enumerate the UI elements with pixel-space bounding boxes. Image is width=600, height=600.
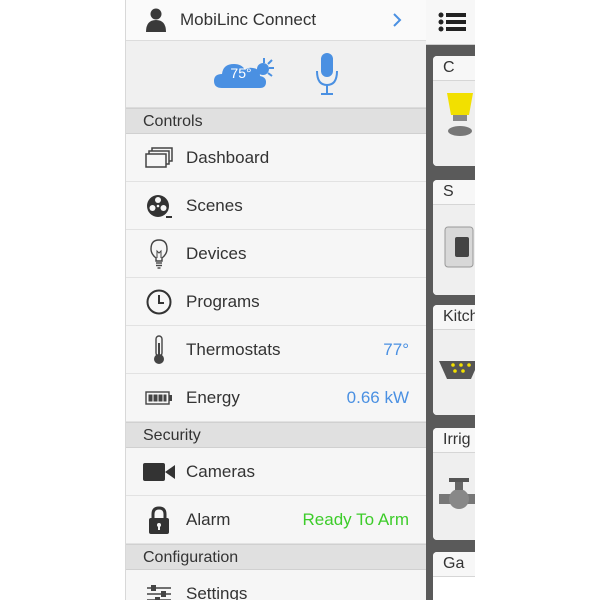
clock-icon [142,287,176,317]
device-card[interactable]: Irrig [433,428,475,540]
device-card[interactable]: C [433,56,475,166]
card-body [433,453,475,540]
sliders-icon [142,579,176,600]
menu-item-energy[interactable]: Energy 0.66 kW [126,374,426,422]
video-camera-icon [142,457,176,487]
device-card[interactable]: Ga [433,552,475,600]
dashboard-icon [142,143,176,173]
account-name: MobiLinc Connect [180,10,317,29]
alarm-status: Ready To Arm [302,509,409,529]
section-header-controls: Controls [126,108,426,134]
thermometer-icon [142,334,176,365]
battery-icon [142,383,176,413]
film-reel-icon [142,191,176,221]
light-fixture-icon [439,361,475,379]
card-title: Kitch [433,305,475,330]
menu-item-thermostats[interactable]: Thermostats 77° [126,326,426,374]
side-menu: MobiLinc Connect 75° Controls Dashboard … [125,0,426,600]
weather-temperature: 75° [230,65,252,81]
top-bar [426,0,475,45]
lightbulb-icon [142,238,176,269]
menu-item-label: Settings [186,583,248,600]
quick-actions: 75° [126,41,426,108]
menu-item-label: Scenes [186,195,243,215]
section-header-security: Security [126,422,426,448]
list-menu-icon[interactable] [438,11,466,33]
menu-item-label: Programs [186,291,260,311]
menu-item-programs[interactable]: Programs [126,278,426,326]
menu-item-devices[interactable]: Devices [126,230,426,278]
menu-item-settings[interactable]: Settings [126,570,426,600]
menu-item-label: Dashboard [186,147,270,167]
card-title: S [433,180,475,205]
menu-item-scenes[interactable]: Scenes [126,182,426,230]
menu-item-label: Thermostats [186,339,281,359]
energy-value: 0.66 kW [346,387,409,407]
microphone-icon[interactable] [316,53,338,95]
valve-icon [439,478,475,509]
lock-icon [142,505,176,535]
card-body [433,81,475,166]
menu-item-label: Cameras [186,461,255,481]
section-header-configuration: Configuration [126,544,426,570]
chevron-right-icon[interactable] [390,11,404,29]
lamp-icon [447,93,473,136]
thermostat-value: 77° [383,339,409,359]
card-body [433,205,475,295]
user-icon [146,8,166,32]
device-card[interactable]: Kitch [433,305,475,415]
menu-item-label: Energy [186,387,240,407]
menu-item-label: Devices [186,243,247,263]
menu-item-cameras[interactable]: Cameras [126,448,426,496]
card-title: C [433,56,475,81]
card-title: Ga [433,552,475,577]
account-row[interactable]: MobiLinc Connect [126,0,426,41]
weather-widget[interactable]: 75° [214,56,278,92]
wall-switch-icon [444,226,474,268]
card-title: Irrig [433,428,475,453]
device-card[interactable]: S [433,180,475,295]
card-body [433,330,475,415]
main-content-peek: C S Kitch Irrig Ga [426,0,475,600]
menu-item-dashboard[interactable]: Dashboard [126,134,426,182]
menu-item-label: Alarm [186,509,231,529]
menu-item-alarm[interactable]: Alarm Ready To Arm [126,496,426,544]
